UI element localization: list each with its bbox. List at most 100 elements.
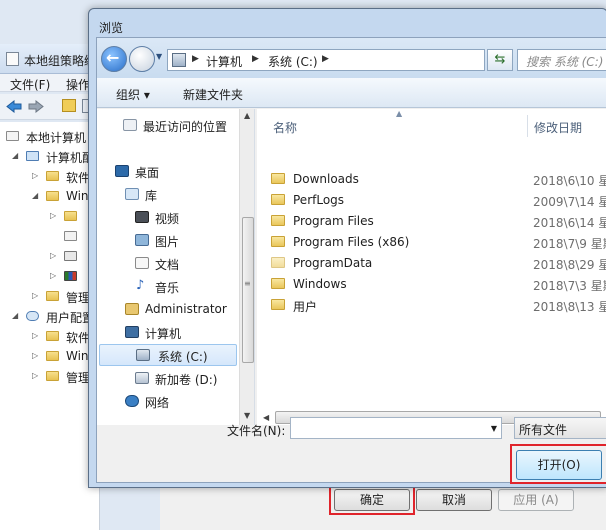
scroll-thumb[interactable] [242,217,254,363]
filetype-select[interactable]: 所有文件 [514,417,606,439]
expand-icon[interactable]: ▷ [32,371,38,380]
file-row[interactable]: Windows 2018\7\3 星期 [271,274,606,295]
navigation-pane: 最近访问的位置 桌面 库 视频 图片 文档 ♪ 音乐 Administrator… [97,109,255,425]
folder-icon [271,194,285,205]
expand-icon[interactable]: ▷ [32,331,38,340]
bg-toolbar [0,94,100,120]
grip-icon: ≡ [244,279,251,288]
expand-icon[interactable]: ▷ [32,351,38,360]
drive-icon [172,53,186,67]
collapse-icon[interactable]: ◢ [12,151,18,160]
forward-arrow-icon[interactable] [28,100,44,113]
user-icon [26,311,39,321]
command-bar: 组织 ▾ 新建文件夹 [97,78,606,108]
breadcrumb-separator-icon[interactable]: ▶ [252,54,259,64]
column-header-modified[interactable]: 修改日期 [534,119,582,136]
file-list-pane: ▲ 名称 修改日期 Downloads 2018\6\10 星 PerfLogs… [257,109,606,425]
computer-icon [125,326,139,338]
nav-item-recent-places[interactable]: 最近访问的位置 [123,115,241,137]
breadcrumb-separator-icon[interactable]: ▶ [192,54,199,64]
new-folder-button[interactable]: 新建文件夹 [183,86,243,103]
breadcrumb-computer[interactable]: 计算机 [206,53,242,70]
drive-icon [135,372,149,384]
cancel-button[interactable]: 取消 [416,489,492,511]
refresh-icon: ⇆ [494,52,506,67]
policy-doc-icon [6,131,19,141]
nav-scrollbar[interactable]: ▲ ≡ ▼ [239,109,254,425]
filename-input[interactable]: ▼ [290,417,502,439]
script-icon [64,231,77,241]
folder-icon [46,371,59,381]
nav-item-administrator[interactable]: Administrator [125,299,239,321]
back-arrow-icon[interactable] [6,100,22,113]
file-row[interactable]: Program Files (x86) 2018\7\9 星期 [271,232,606,253]
nav-item-drive-c[interactable]: 系统 (C:) [99,344,237,366]
address-bar[interactable]: ▶ 计算机 ▶ 系统 (C:) ▶ ▼ [167,49,547,71]
nav-item-network[interactable]: 网络 [125,391,239,413]
sort-ascending-icon: ▲ [396,109,403,118]
folder-icon [46,171,59,181]
security-icon [64,251,77,261]
forward-button[interactable] [129,46,155,72]
nav-item-documents[interactable]: 文档 [135,253,239,275]
nav-item-computer[interactable]: 计算机 [125,322,239,344]
folder-icon [271,215,285,226]
menu-action[interactable]: 操作 [66,76,90,93]
folder-icon [46,351,59,361]
folder-icon [271,299,285,310]
dialog-title: 浏览 [99,21,124,35]
file-row[interactable]: Program Files 2018\6\14 星 [271,211,606,232]
organize-button[interactable]: 组织 ▾ [116,86,150,103]
video-icon [135,211,149,223]
collapse-icon[interactable]: ◢ [12,311,18,320]
tree-item-local-computer[interactable]: 本地计算机 [6,128,100,146]
folder-icon [271,173,285,184]
dialog-body: ← ▼ ▶ 计算机 ▶ 系统 (C:) ▶ ▼ ⇆ 搜索 系统 (C:) 组织 … [96,37,606,484]
up-folder-icon[interactable] [62,99,76,112]
breadcrumb-separator-icon[interactable]: ▶ [322,54,329,64]
user-icon [125,303,139,315]
apply-button[interactable]: 应用 (A) [498,489,574,511]
open-highlight-box [510,444,606,484]
refresh-button[interactable]: ⇆ [487,49,513,71]
back-arrow-icon: ← [106,48,120,67]
nav-item-video[interactable]: 视频 [135,207,239,229]
expand-icon[interactable]: ▷ [32,171,38,180]
expand-icon[interactable]: ▷ [32,291,38,300]
tree-item-computer-config[interactable]: ◢ 计算机配 [12,148,100,166]
file-row[interactable]: 用户 2018\8\13 星 [271,295,606,316]
nav-item-pictures[interactable]: 图片 [135,230,239,252]
folder-icon [271,257,285,268]
chevron-down-icon[interactable]: ▼ [491,424,497,433]
folder-icon [46,331,59,341]
column-header-name[interactable]: 名称 [273,119,297,136]
folder-icon [46,291,59,301]
bg-window-title: 本地组策略编 [24,54,97,68]
scroll-up-icon[interactable]: ▲ [244,111,250,120]
back-button[interactable]: ← [101,46,127,72]
music-icon: ♪ [136,278,145,293]
scroll-down-icon[interactable]: ▼ [244,411,250,420]
nav-item-library[interactable]: 库 [125,184,239,206]
menu-file[interactable]: 文件(F) [10,76,50,93]
documents-icon [135,257,149,269]
breadcrumb-drive-c[interactable]: 系统 (C:) [268,53,318,70]
expand-icon[interactable]: ▷ [50,251,56,260]
file-row[interactable]: Downloads 2018\6\10 星 [271,169,606,190]
file-row[interactable]: PerfLogs 2009\7\14 星 [271,190,606,211]
expand-icon[interactable]: ▷ [50,271,56,280]
file-row[interactable]: ProgramData 2018\8\29 星 [271,253,606,274]
nav-item-desktop[interactable]: 桌面 [115,161,239,183]
history-dropdown-icon[interactable]: ▼ [156,52,162,61]
bg-menubar: 文件(F) 操作 [0,74,100,92]
qos-chart-icon [64,271,77,281]
search-input[interactable]: 搜索 系统 (C:) [517,49,606,71]
collapse-icon[interactable]: ◢ [32,191,38,200]
address-row: ← ▼ ▶ 计算机 ▶ 系统 (C:) ▶ ▼ ⇆ 搜索 系统 (C:) [97,38,606,78]
scroll-left-icon[interactable]: ◀ [263,413,269,422]
tree-item-user-config[interactable]: ◢ 用户配置 [12,308,100,326]
nav-item-drive-d[interactable]: 新加卷 (D:) [135,368,239,390]
column-divider[interactable] [527,115,528,137]
expand-icon[interactable]: ▷ [50,211,56,220]
nav-item-music[interactable]: ♪ 音乐 [135,276,239,298]
